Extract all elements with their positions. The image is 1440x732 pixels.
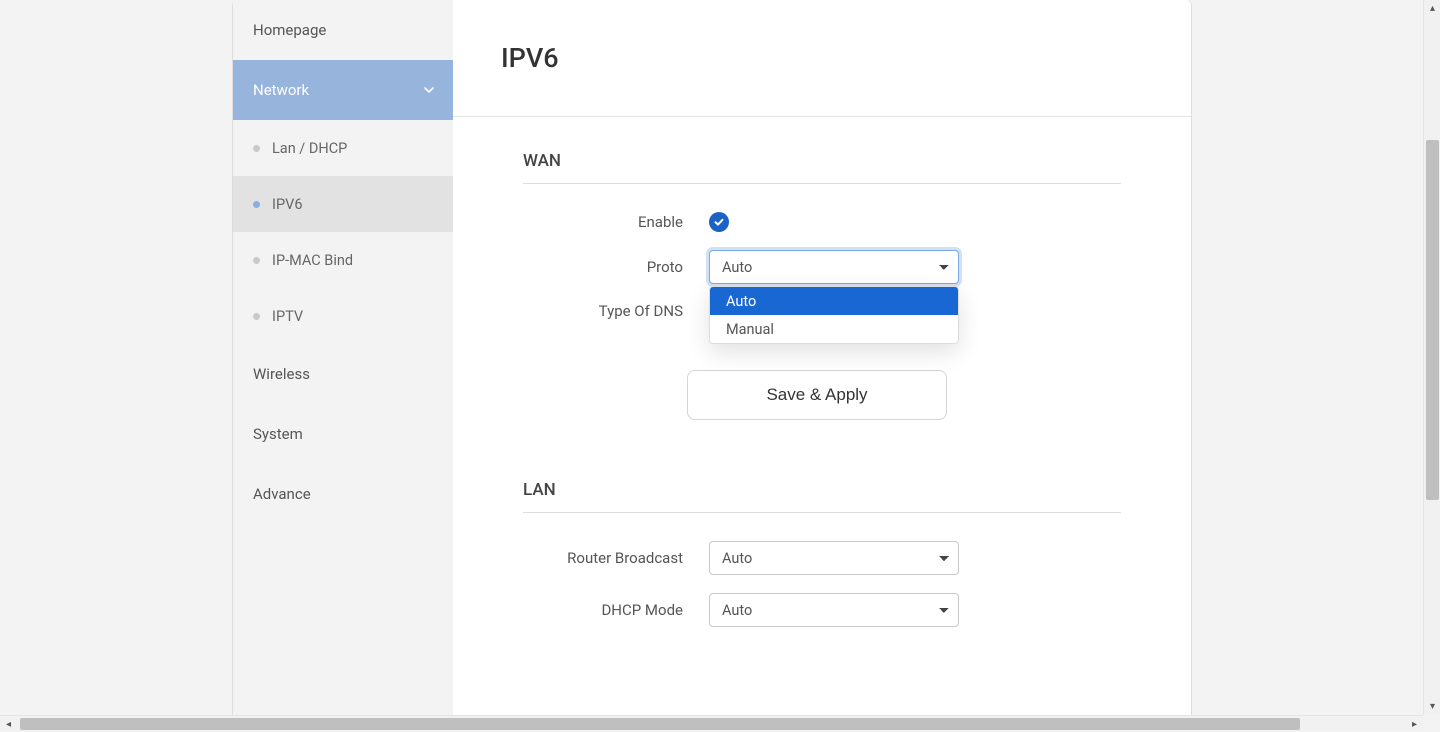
horizontal-scroll-thumb[interactable]	[20, 718, 1300, 730]
label-proto: Proto	[523, 258, 709, 276]
row-proto: Proto Auto Auto Manual	[523, 250, 1121, 284]
dhcp-mode-select[interactable]: Auto	[709, 593, 959, 627]
proto-select-value: Auto	[722, 259, 752, 276]
scroll-left-arrow-icon[interactable]: ◂	[0, 716, 17, 732]
row-dhcp-mode: DHCP Mode Auto	[523, 593, 1121, 627]
sidebar-item-advance[interactable]: Advance	[233, 464, 453, 524]
sidebar-item-label: Network	[253, 81, 309, 99]
horizontal-scrollbar[interactable]: ◂ ▸	[0, 715, 1423, 731]
router-broadcast-select-value: Auto	[722, 550, 752, 567]
sidebar-item-label: Wireless	[253, 365, 310, 383]
dot-icon	[253, 201, 260, 208]
save-apply-button[interactable]: Save & Apply	[687, 370, 947, 420]
section-title-lan: LAN	[523, 480, 1121, 513]
proto-option-manual[interactable]: Manual	[710, 315, 958, 343]
sidebar-item-iptv[interactable]: IPTV	[233, 288, 453, 344]
proto-select[interactable]: Auto	[709, 250, 959, 284]
row-enable: Enable	[523, 212, 1121, 232]
sidebar-item-label: Homepage	[253, 21, 326, 39]
sidebar-item-ip-mac-bind[interactable]: IP-MAC Bind	[233, 232, 453, 288]
chevron-down-icon	[423, 84, 435, 96]
label-enable: Enable	[523, 213, 709, 231]
scroll-right-arrow-icon[interactable]: ▸	[1406, 716, 1423, 732]
sidebar-item-wireless[interactable]: Wireless	[233, 344, 453, 404]
sidebar-item-label: IPTV	[272, 308, 303, 325]
label-router-broadcast: Router Broadcast	[523, 549, 709, 567]
sidebar-item-lan-dhcp[interactable]: Lan / DHCP	[233, 120, 453, 176]
row-router-broadcast: Router Broadcast Auto	[523, 541, 1121, 575]
section-lan: LAN Router Broadcast Auto DHCP Mode Auto	[453, 420, 1191, 627]
sidebar-item-system[interactable]: System	[233, 404, 453, 464]
router-broadcast-select[interactable]: Auto	[709, 541, 959, 575]
sidebar-item-ipv6[interactable]: IPV6	[233, 176, 453, 232]
scroll-down-arrow-icon[interactable]: ▾	[1424, 698, 1440, 715]
dot-icon	[253, 313, 260, 320]
vertical-scrollbar[interactable]: ▴ ▾	[1423, 0, 1440, 715]
section-title-wan: WAN	[523, 151, 1121, 184]
sidebar: Homepage Network Lan / DHCP IPV6	[233, 0, 453, 715]
sidebar-item-label: IPV6	[272, 196, 302, 213]
main-panel: IPV6 WAN Enable Proto Auto	[453, 0, 1191, 715]
sidebar-item-label: System	[253, 425, 303, 443]
scroll-up-arrow-icon[interactable]: ▴	[1424, 0, 1440, 17]
dot-icon	[253, 145, 260, 152]
check-icon	[713, 216, 725, 228]
section-wan: WAN Enable Proto Auto	[453, 117, 1191, 420]
label-dns: Type Of DNS	[523, 302, 709, 320]
sidebar-item-homepage[interactable]: Homepage	[233, 0, 453, 60]
proto-dropdown: Auto Manual	[709, 286, 959, 344]
label-dhcp-mode: DHCP Mode	[523, 601, 709, 619]
dot-icon	[253, 257, 260, 264]
vertical-scroll-thumb[interactable]	[1426, 140, 1439, 500]
dhcp-mode-select-value: Auto	[722, 602, 752, 619]
page-title: IPV6	[453, 0, 1191, 117]
sidebar-item-network[interactable]: Network	[233, 60, 453, 120]
proto-option-auto[interactable]: Auto	[710, 287, 958, 315]
sidebar-item-label: IP-MAC Bind	[272, 252, 353, 269]
enable-toggle[interactable]	[709, 212, 729, 232]
sidebar-sub-items-network: Lan / DHCP IPV6 IP-MAC Bind IPTV	[233, 120, 453, 344]
sidebar-item-label: Lan / DHCP	[272, 140, 347, 157]
sidebar-item-label: Advance	[253, 485, 311, 503]
